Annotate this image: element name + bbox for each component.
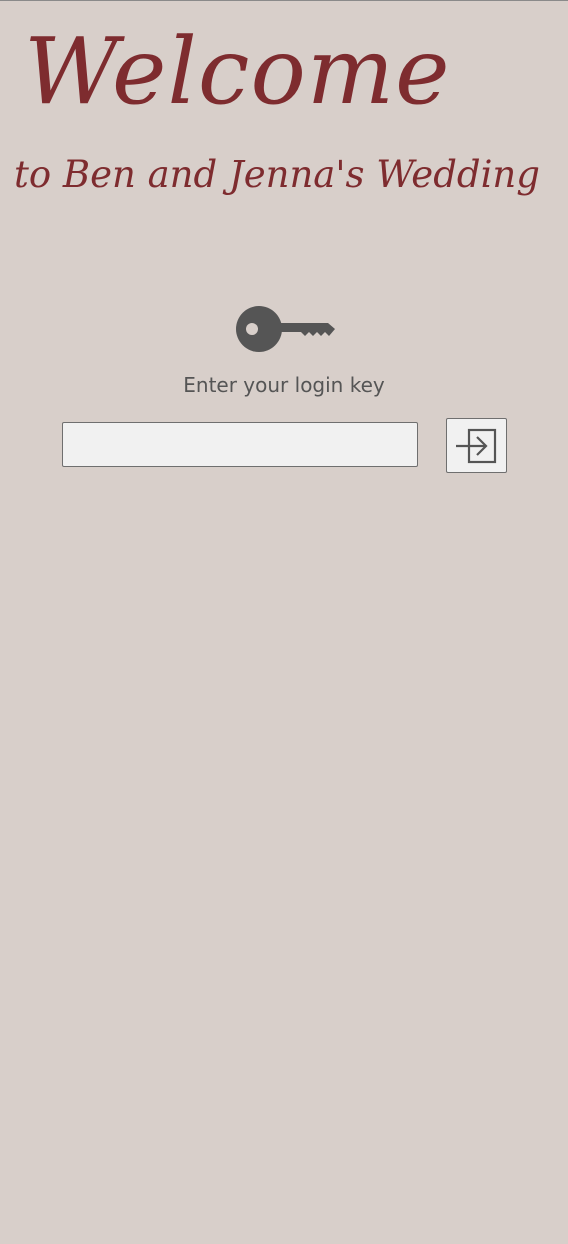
- login-icon: [455, 428, 496, 463]
- welcome-title: Welcome: [24, 18, 451, 125]
- login-submit-button[interactable]: [446, 418, 507, 473]
- key-icon: [236, 306, 335, 352]
- login-key-label: Enter your login key: [183, 373, 385, 397]
- wedding-subtitle: to Ben and Jenna's Wedding: [14, 153, 540, 196]
- login-key-input[interactable]: [62, 422, 418, 467]
